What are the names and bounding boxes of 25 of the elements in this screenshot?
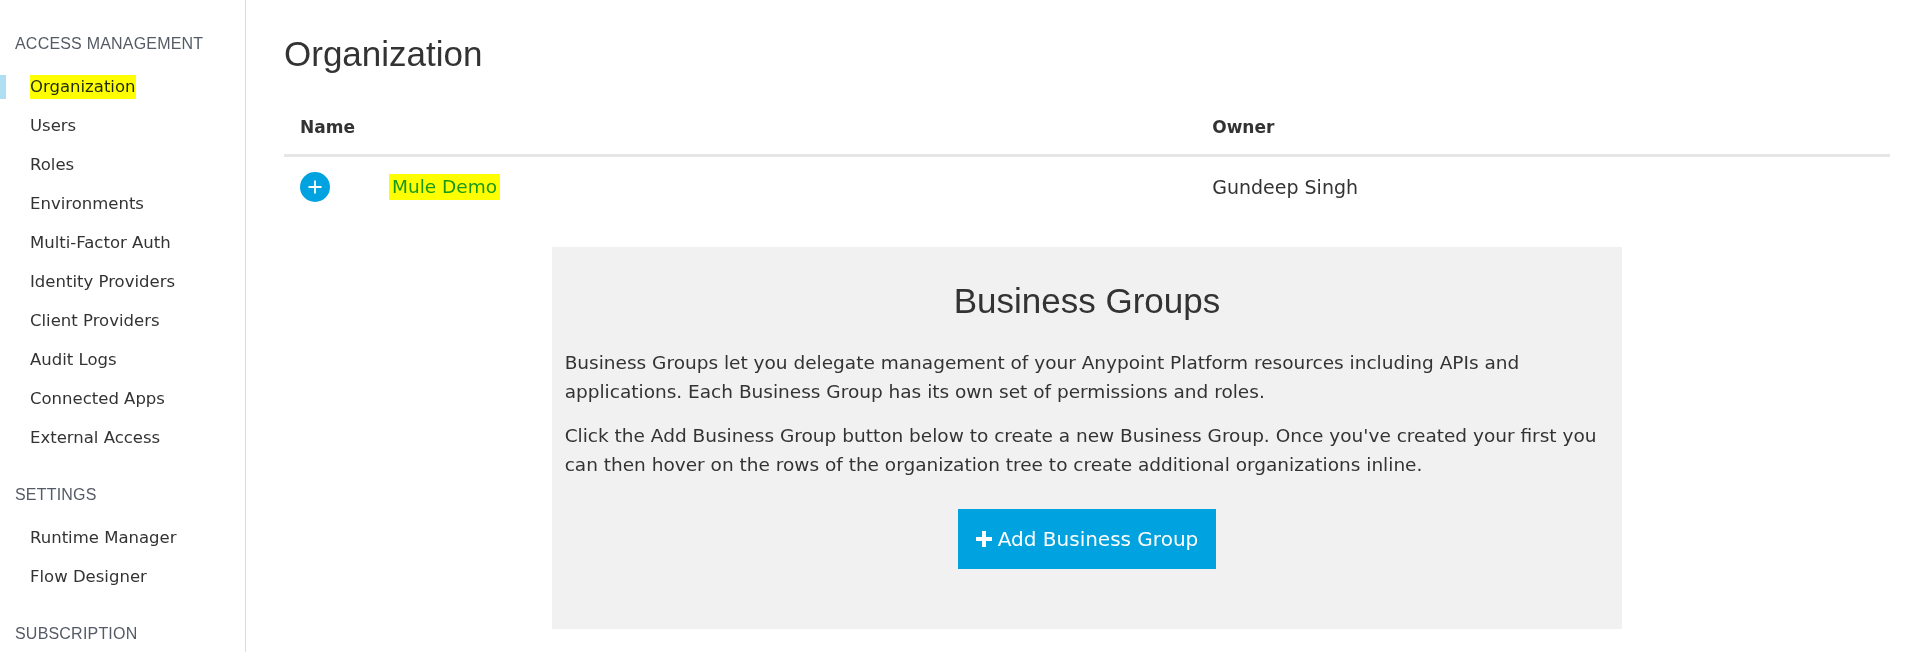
sidebar-item[interactable]: Runtime Manager	[0, 526, 177, 550]
page-title: Organization	[284, 34, 483, 74]
sidebar-item[interactable]: Audit Logs	[0, 348, 117, 372]
section-heading: SETTINGS	[14, 485, 98, 505]
expand-button[interactable]	[300, 172, 330, 202]
sidebar-item[interactable]: Client Providers	[0, 309, 160, 333]
plus-icon	[975, 531, 992, 547]
sidebar-item[interactable]: External Access	[0, 426, 161, 450]
sidebar-item[interactable]: Users	[0, 114, 77, 138]
column-header: Name	[300, 116, 355, 139]
sidebar-item[interactable]: Multi-Factor Auth	[0, 231, 171, 255]
plus-icon	[307, 179, 323, 195]
sidebar-item[interactable]: Connected Apps	[0, 387, 165, 411]
section-heading: SUBSCRIPTION	[14, 624, 139, 644]
description-text: Click the Add Business Group button below to create a new Business Group. Once you've created your first you can then hover on the rows of the organization tree to create additional organizations inline.	[564, 424, 1598, 477]
sidebar-item[interactable]: Organization	[0, 75, 136, 99]
sidebar-item[interactable]: Flow Designer	[0, 565, 147, 589]
sidebar-item[interactable]: Roles	[0, 153, 75, 177]
description-text: Business Groups let you delegate management of your Anypoint Platform resources including APIs and applications. Each Business Group has its own set of permissions and roles.	[564, 351, 1521, 404]
section-heading: ACCESS MANAGEMENT	[14, 34, 205, 54]
panel-title: Business Groups	[953, 280, 1221, 322]
sidebar-item[interactable]: Environments	[0, 192, 144, 216]
column-header: Owner	[1212, 116, 1275, 139]
table-cell-text: Gundeep Singh	[1212, 175, 1359, 200]
sidebar-item[interactable]: Identity Providers	[0, 270, 175, 294]
